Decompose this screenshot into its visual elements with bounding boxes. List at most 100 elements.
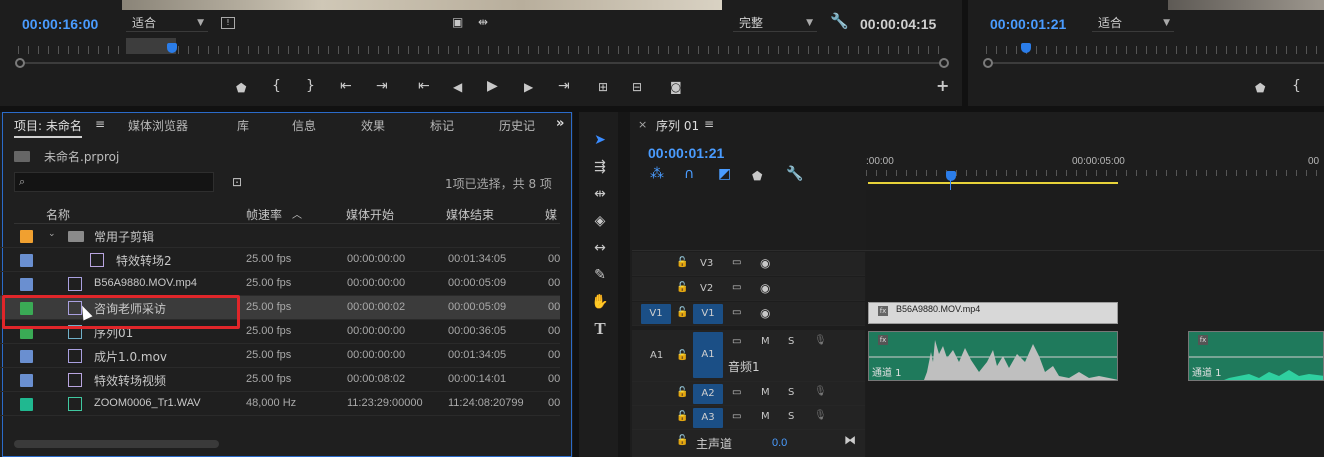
microphone-icon[interactable]: 🎙 (814, 410, 827, 421)
snap-magnet-icon[interactable]: ∩ (684, 167, 694, 181)
label-color-swatch[interactable] (20, 230, 33, 243)
razor-tool-icon[interactable]: ◈ (590, 211, 610, 231)
solo-button[interactable]: S (788, 336, 794, 347)
track-select-tool-icon[interactable]: ⇶ (590, 157, 610, 177)
step-forward-icon[interactable]: ▶ (524, 81, 533, 93)
program-zoom-dropdown[interactable]: 适合 ▼ (1092, 14, 1174, 32)
lock-icon[interactable]: 🔓 (676, 411, 688, 422)
go-to-out-icon[interactable]: ⇥ (376, 79, 388, 93)
tab-info[interactable]: 信息 (292, 117, 316, 134)
sync-lock-icon[interactable]: ▭ (732, 411, 741, 422)
label-color-swatch[interactable] (20, 350, 33, 363)
label-color-swatch[interactable] (20, 398, 33, 411)
add-marker-icon[interactable]: ⬟ (1255, 82, 1265, 94)
sync-lock-icon[interactable]: ▭ (732, 307, 741, 318)
step-back-edit-icon[interactable]: ⇤ (418, 79, 430, 93)
list-item[interactable]: ⌄ 常用子剪辑 (0, 224, 560, 248)
column-name[interactable]: 名称 (46, 206, 70, 223)
go-to-in-icon[interactable]: ⇤ (340, 79, 352, 93)
program-zoom-bar[interactable] (988, 62, 1324, 64)
eye-icon[interactable]: ◉ (760, 281, 770, 295)
timeline-playhead[interactable] (946, 171, 956, 181)
panel-menu-icon[interactable]: ≡ (704, 117, 714, 131)
linked-selection-icon[interactable]: ◩ (718, 167, 731, 181)
chevron-down-icon[interactable]: ⌄ (48, 229, 56, 239)
sync-lock-icon[interactable]: ▭ (732, 336, 741, 347)
wrench-icon[interactable]: 🔧 (786, 167, 803, 181)
play-icon[interactable]: ▶ (487, 79, 498, 93)
master-volume-value[interactable]: 0.0 (772, 437, 787, 449)
panel-menu-icon[interactable]: ≡ (95, 117, 105, 131)
slip-tool-icon[interactable]: ↔ (590, 238, 610, 258)
camera-icon[interactable]: ◙ (670, 81, 682, 93)
track-name-a1[interactable]: A1 (693, 332, 723, 378)
step-forward-edit-icon[interactable]: ⇥ (558, 79, 570, 93)
lock-icon[interactable]: 🔓 (676, 307, 688, 318)
pen-tool-icon[interactable]: ✎ (590, 265, 610, 285)
type-tool-icon[interactable]: T (590, 319, 610, 339)
column-media-start[interactable]: 媒体开始 (346, 206, 394, 223)
ripple-edit-tool-icon[interactable]: ⇹ (590, 184, 610, 204)
source-zoom-right-handle[interactable] (939, 58, 949, 68)
sync-lock-icon[interactable]: ▭ (732, 282, 741, 293)
source-zoom-left-handle[interactable] (15, 58, 25, 68)
mark-in-icon[interactable]: { (272, 79, 281, 93)
program-timecode[interactable]: 00:00:01:21 (990, 16, 1066, 32)
mute-button[interactable]: M (761, 336, 770, 347)
column-media-end[interactable]: 媒体结束 (446, 206, 494, 223)
label-color-swatch[interactable] (20, 278, 33, 291)
settings-toggle-icon[interactable]: ! (221, 17, 235, 29)
track-name-a2[interactable]: A2 (693, 384, 723, 404)
new-search-bin-icon[interactable]: ⊡ (232, 176, 242, 188)
mute-button[interactable]: M (761, 411, 770, 422)
source-quality-dropdown[interactable]: 完整 ▼ (733, 14, 817, 32)
work-area-bar[interactable] (868, 182, 1118, 184)
tab-libraries[interactable]: 库 (237, 117, 249, 134)
selection-tool-icon[interactable]: ➤ (590, 130, 610, 150)
tab-project[interactable]: 项目: 未命名 (14, 117, 82, 138)
column-frame-rate[interactable]: 帧速率 (246, 206, 282, 223)
lock-icon[interactable]: 🔓 (676, 282, 688, 293)
wrench-icon[interactable]: 🔧 (830, 14, 849, 29)
source-zoom-bar[interactable] (20, 62, 948, 64)
source-zoom-dropdown[interactable]: 适合 ▼ (126, 14, 208, 32)
audio-clip[interactable]: fx 通道 1 (1188, 331, 1324, 381)
add-marker-icon[interactable]: ⬟ (752, 170, 762, 182)
mark-out-icon[interactable]: } (306, 79, 315, 93)
column-media-more[interactable]: 媒 (545, 206, 557, 223)
program-time-ruler[interactable] (986, 46, 1324, 54)
video-clip[interactable]: fx B56A9880.MOV.mp4 (868, 302, 1118, 324)
add-button-icon[interactable]: + (936, 78, 949, 94)
overwrite-icon[interactable]: ⊟ (632, 81, 642, 93)
eye-icon[interactable]: ◉ (760, 306, 770, 320)
label-color-swatch[interactable] (20, 254, 33, 267)
source-patch-a1[interactable]: A1 (650, 350, 663, 361)
audio-clip[interactable]: fx 通道 1 (868, 331, 1118, 381)
project-search-input[interactable]: ⌕ (14, 172, 214, 192)
eye-icon[interactable]: ◉ (760, 256, 770, 270)
drag-video-icon[interactable]: ⇹ (478, 16, 488, 28)
solo-button[interactable]: S (788, 411, 794, 422)
timeline-timecode[interactable]: 00:00:01:21 (648, 145, 724, 161)
sync-lock-icon[interactable]: ▭ (732, 387, 741, 398)
lock-icon[interactable]: 🔓 (676, 435, 688, 446)
hand-tool-icon[interactable]: ✋ (590, 292, 610, 312)
microphone-icon[interactable]: 🎙 (814, 335, 827, 346)
list-item[interactable]: ZOOM0006_Tr1.WAV 48,000 Hz 11:23:29:0000… (0, 392, 560, 416)
program-playhead[interactable] (1021, 43, 1031, 53)
source-playhead[interactable] (167, 43, 177, 53)
sequence-tab[interactable]: 序列 01 (656, 117, 699, 134)
track-name-v1[interactable]: V1 (693, 304, 723, 324)
timeline-time-ruler[interactable] (866, 170, 1324, 176)
mark-in-icon[interactable]: { (1292, 79, 1301, 93)
list-item[interactable]: 成片1.0.mov 25.00 fps 00:00:00:00 00:01:34… (0, 344, 560, 368)
lock-icon[interactable]: 🔓 (676, 257, 688, 268)
nest-sequence-icon[interactable]: ⁂ (650, 167, 664, 181)
source-patch-v1[interactable]: V1 (641, 304, 671, 324)
program-zoom-left-handle[interactable] (983, 58, 993, 68)
sync-lock-icon[interactable]: ▭ (732, 257, 741, 268)
insert-icon[interactable]: ⊞ (598, 81, 608, 93)
solo-button[interactable]: S (788, 387, 794, 398)
list-item[interactable]: B56A9880.MOV.mp4 25.00 fps 00:00:00:00 0… (0, 272, 560, 296)
list-item[interactable]: 特效转场视频 25.00 fps 00:00:08:02 00:00:14:01… (0, 368, 560, 392)
